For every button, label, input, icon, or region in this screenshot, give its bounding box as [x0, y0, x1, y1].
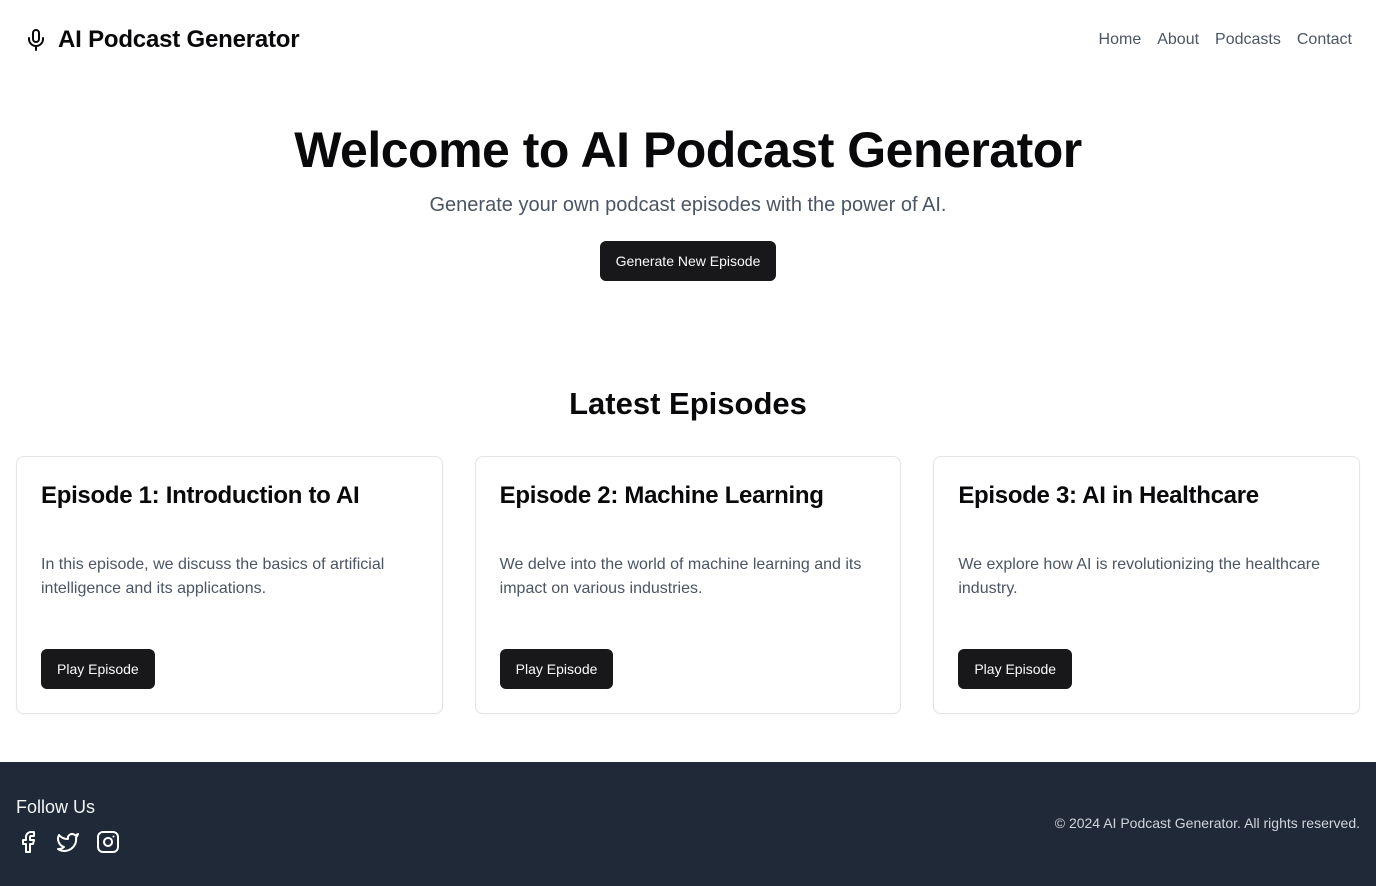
facebook-icon[interactable]: [16, 830, 40, 854]
episode-title: Episode 1: Introduction to AI: [41, 482, 360, 509]
brand-title: AI Podcast Generator: [58, 26, 300, 53]
hero-section: Welcome to AI Podcast Generator Generate…: [0, 118, 1376, 281]
twitter-icon[interactable]: [56, 830, 80, 854]
episode-list: Episode 1: Introduction to AI In this ep…: [16, 456, 1361, 714]
play-episode-button[interactable]: Play Episode: [499, 649, 614, 689]
episode-card: Episode 1: Introduction to AI In this ep…: [16, 456, 443, 714]
nav-link-contact[interactable]: Contact: [1297, 31, 1352, 49]
main-nav: Home About Podcasts Contact: [1099, 31, 1352, 49]
site-header: AI Podcast Generator Home About Podcasts…: [0, 0, 1376, 80]
social-links: [16, 830, 120, 854]
hero-subtitle: Generate your own podcast episodes with …: [429, 194, 947, 216]
episode-title: Episode 2: Machine Learning: [499, 482, 824, 509]
microphone-icon: [24, 28, 48, 52]
nav-link-podcasts[interactable]: Podcasts: [1215, 31, 1281, 49]
nav-link-about[interactable]: About: [1157, 31, 1199, 49]
play-episode-button[interactable]: Play Episode: [41, 649, 155, 689]
brand[interactable]: AI Podcast Generator: [24, 26, 300, 54]
episode-card: Episode 2: Machine Learning We delve int…: [474, 456, 902, 714]
nav-link-home[interactable]: Home: [1099, 31, 1142, 49]
play-episode-button[interactable]: Play Episode: [958, 649, 1073, 689]
latest-episodes-title: Latest Episodes: [569, 386, 807, 421]
site-footer: Follow Us © 2024 AI Podcast Generator. A…: [0, 762, 1376, 886]
follow-us-label: Follow Us: [16, 797, 96, 817]
episode-description: We explore how AI is revolutionizing the…: [958, 556, 1321, 597]
instagram-icon[interactable]: [96, 830, 120, 854]
generate-episode-button[interactable]: Generate New Episode: [599, 241, 777, 281]
episode-card: Episode 3: AI in Healthcare We explore h…: [933, 456, 1361, 714]
episode-description: We delve into the world of machine learn…: [499, 556, 862, 597]
episode-description: In this episode, we discuss the basics o…: [41, 556, 385, 597]
hero-title: Welcome to AI Podcast Generator: [294, 122, 1082, 178]
episode-title: Episode 3: AI in Healthcare: [958, 482, 1259, 509]
copyright-text: © 2024 AI Podcast Generator. All rights …: [1054, 815, 1360, 831]
